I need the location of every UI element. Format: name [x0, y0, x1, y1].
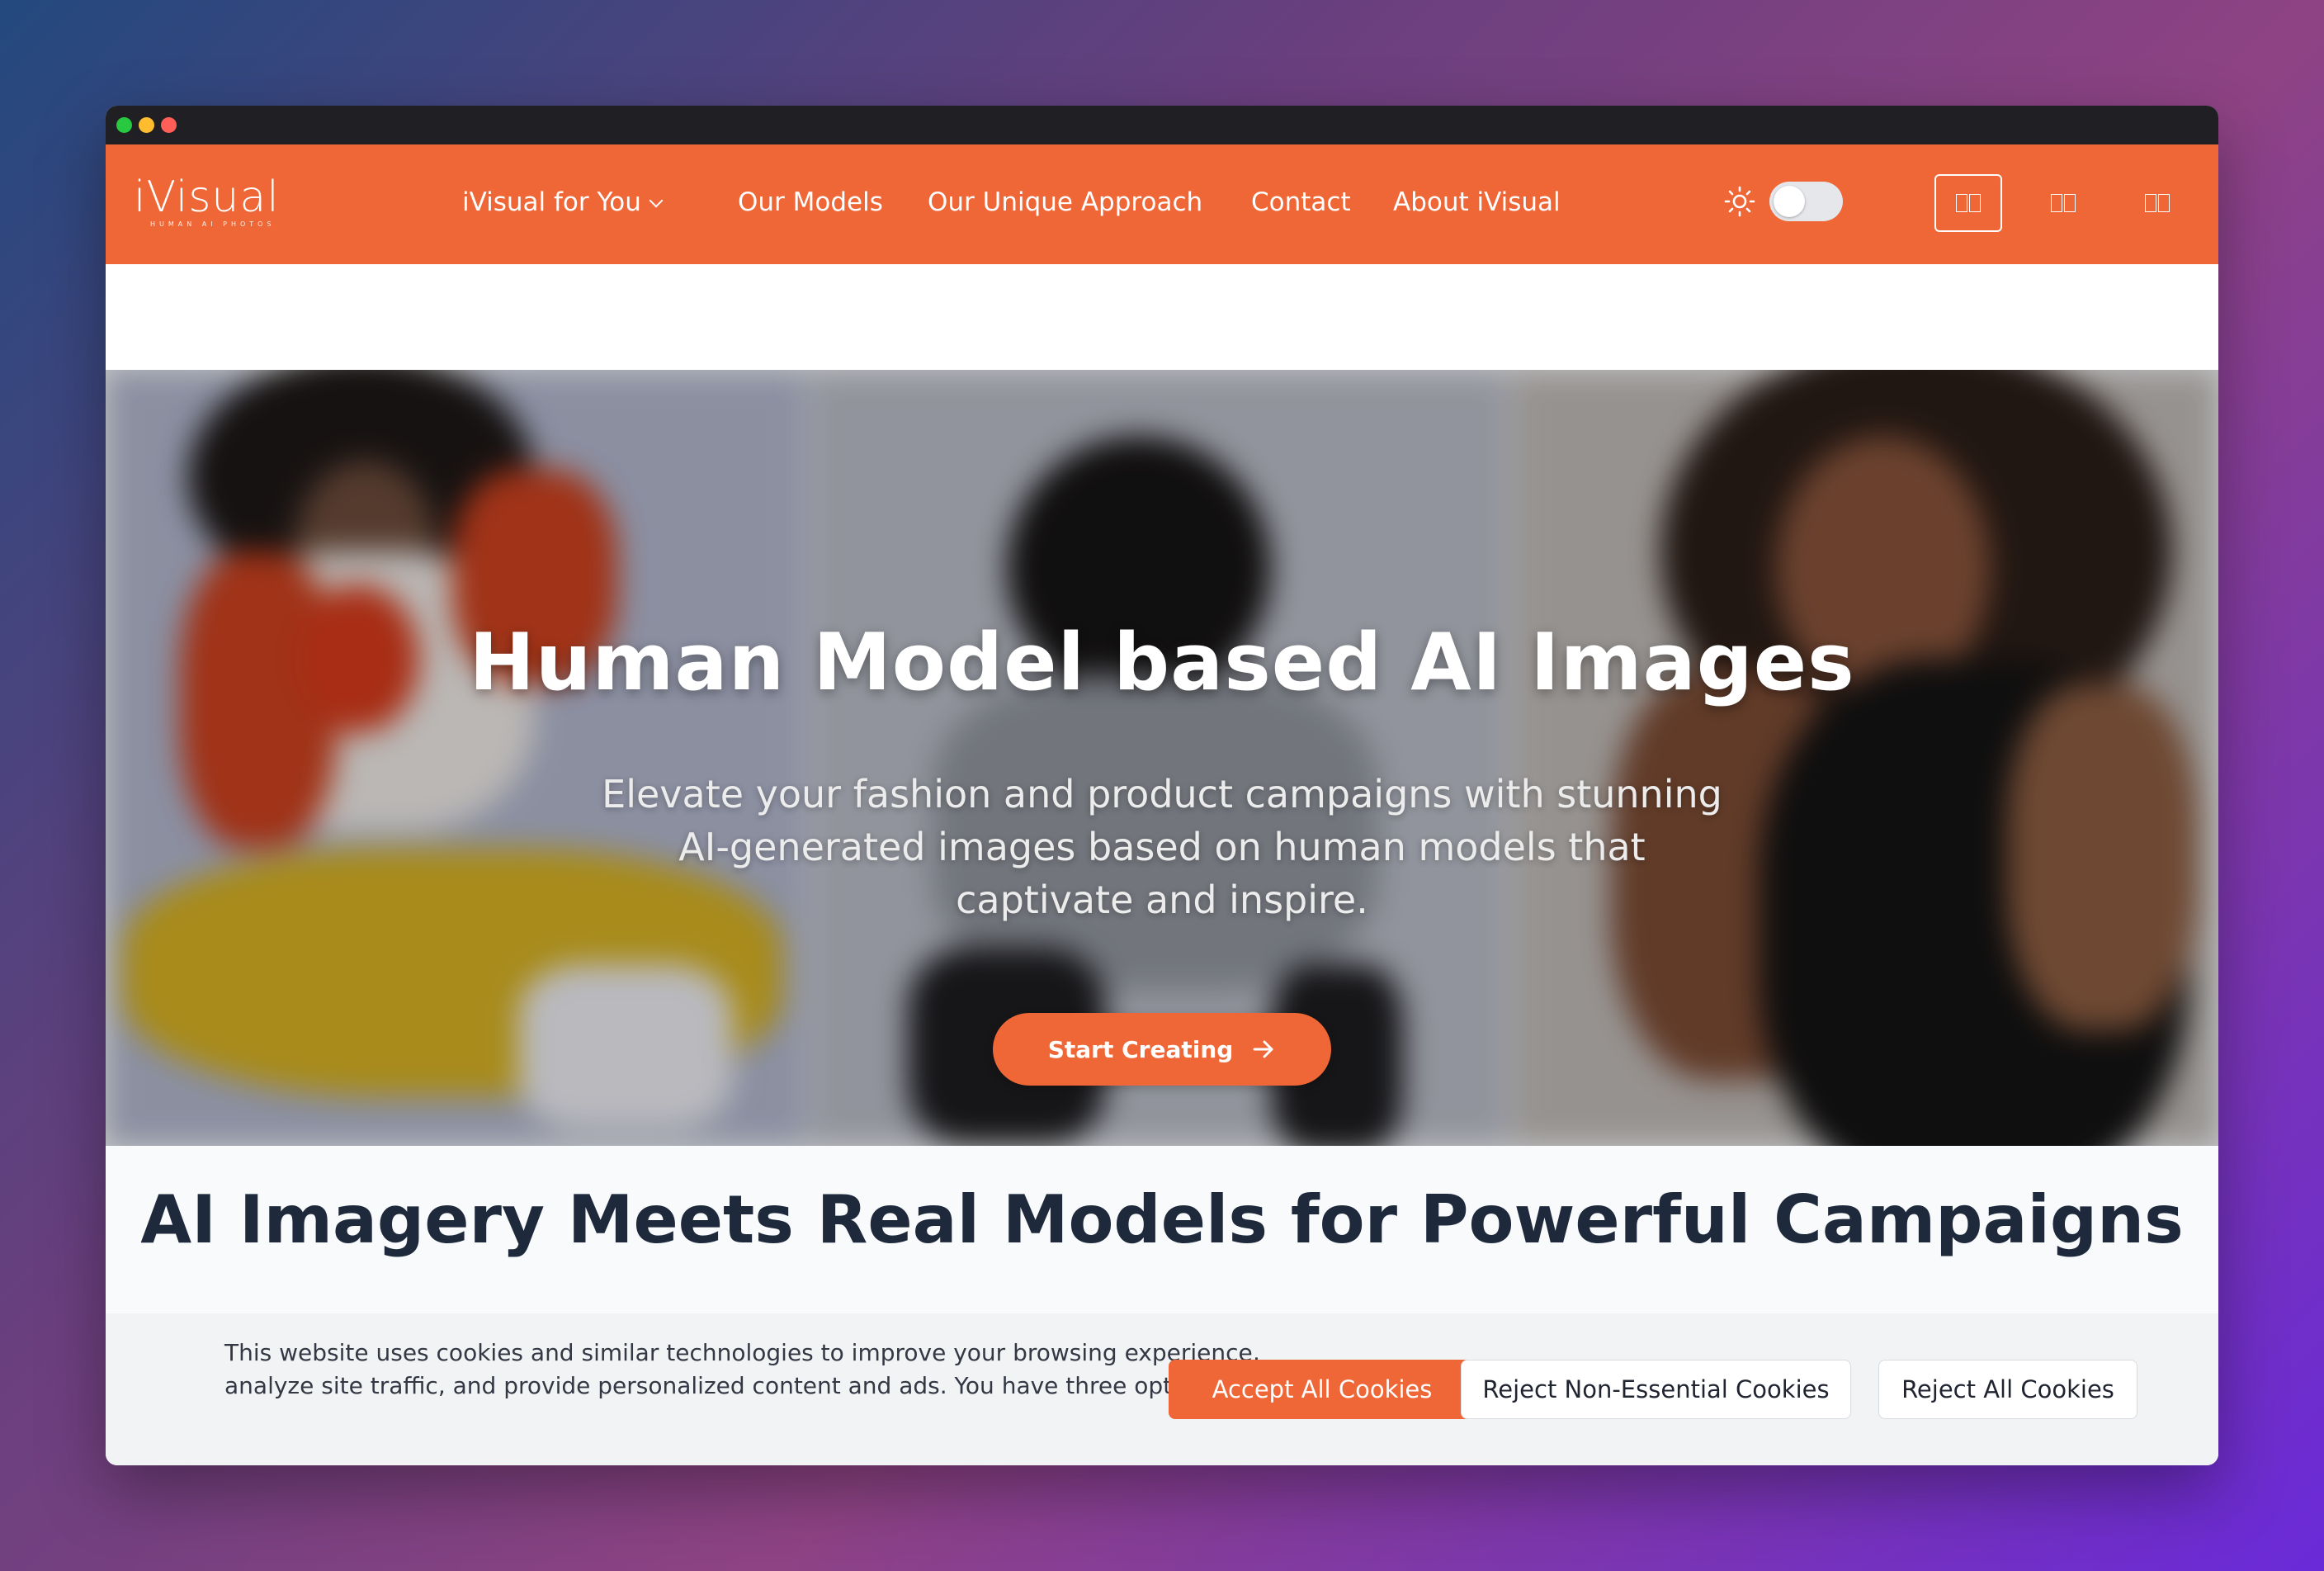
window-maximize-button[interactable] [116, 117, 132, 133]
logo-wordmark: iVisual [134, 173, 280, 222]
chevron-down-icon [649, 193, 664, 208]
reject-all-cookies-button[interactable]: Reject All Cookies [1878, 1360, 2137, 1419]
flag-icon [1956, 194, 1967, 212]
hero-title: Human Model based AI Images [469, 618, 1855, 708]
nav-our-models[interactable]: Our Models [738, 184, 883, 220]
ivisual-logo[interactable]: iVisual HUMAN AI PHOTOS [134, 174, 280, 229]
hero-section: Human Model based AI Images Elevate your… [106, 370, 2218, 1146]
toggle-knob [1774, 186, 1805, 217]
browser-window: iVisual HUMAN AI PHOTOS iVisual for You … [106, 106, 2218, 1465]
flag-icon [2145, 194, 2156, 212]
nav-ivisual-for-you[interactable]: iVisual for You [462, 184, 664, 220]
window-minimize-button[interactable] [139, 117, 154, 133]
flag-icon [2051, 194, 2062, 212]
start-creating-button[interactable]: Start Creating [993, 1013, 1331, 1086]
window-close-button[interactable] [161, 117, 177, 133]
theme-toggle[interactable] [1769, 182, 1843, 221]
arrow-right-icon [1253, 1040, 1273, 1058]
accept-all-cookies-button[interactable]: Accept All Cookies [1169, 1360, 1476, 1419]
nav-contact[interactable]: Contact [1251, 184, 1351, 220]
flag-icon [2158, 194, 2170, 212]
nav-our-unique-approach[interactable]: Our Unique Approach [928, 184, 1202, 220]
logo-tagline: HUMAN AI PHOTOS [150, 220, 276, 228]
section-title: AI Imagery Meets Real Models for Powerfu… [140, 1181, 2184, 1258]
language-button-3[interactable] [2123, 174, 2191, 232]
reject-non-essential-cookies-button[interactable]: Reject Non-Essential Cookies [1461, 1360, 1851, 1419]
cta-label: Start Creating [1047, 1035, 1234, 1063]
top-navbar: iVisual HUMAN AI PHOTOS iVisual for You … [106, 144, 2218, 264]
cookie-banner: This website uses cookies and similar te… [106, 1313, 2218, 1465]
window-titlebar [106, 106, 2218, 144]
flag-icon [1969, 194, 1981, 212]
nav-link-label: iVisual for You [462, 187, 641, 217]
flag-icon [2064, 194, 2076, 212]
sun-icon [1724, 186, 1755, 217]
cookie-banner-text: This website uses cookies and similar te… [224, 1339, 1260, 1399]
language-button-1[interactable] [1934, 174, 2002, 232]
hero-subtitle: Elevate your fashion and product campaig… [602, 772, 1722, 922]
nav-about-ivisual[interactable]: About iVisual [1393, 184, 1561, 220]
language-button-2[interactable] [2029, 174, 2097, 232]
